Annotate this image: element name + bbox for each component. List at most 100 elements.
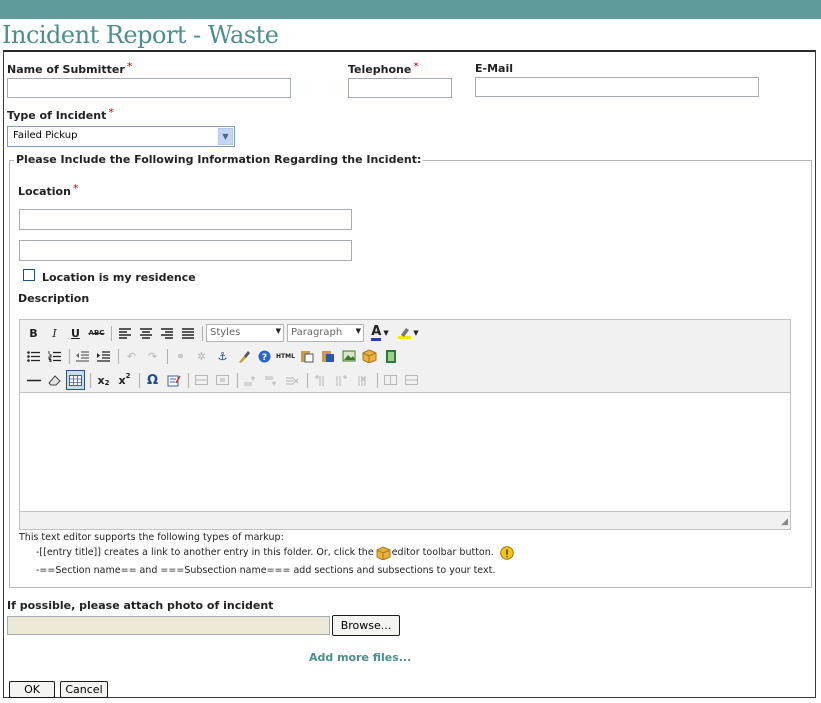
cell-props-icon[interactable] bbox=[213, 370, 232, 390]
required-mark: * bbox=[72, 182, 79, 195]
styles-dropdown[interactable]: Styles ▼ bbox=[206, 324, 284, 342]
toolbar-divider bbox=[118, 348, 119, 364]
entry-link-icon bbox=[376, 546, 391, 561]
align-left-icon[interactable] bbox=[115, 323, 134, 343]
align-justify-icon[interactable] bbox=[178, 323, 197, 343]
link-icon[interactable]: ⚭ bbox=[171, 346, 190, 366]
undo-icon[interactable]: ↶ bbox=[122, 346, 141, 366]
media-icon[interactable] bbox=[381, 346, 400, 366]
insert-row-before-icon[interactable] bbox=[241, 370, 260, 390]
location-input-line1[interactable] bbox=[19, 209, 352, 230]
toolbar-divider bbox=[90, 372, 91, 388]
chevron-down-icon: ▼ bbox=[275, 327, 281, 335]
toolbar-divider bbox=[377, 372, 378, 388]
required-mark: * bbox=[413, 60, 419, 73]
editor-help-intro: This text editor supports the following … bbox=[19, 532, 284, 543]
add-more-files-link[interactable]: Add more files... bbox=[309, 651, 411, 664]
toolbar-divider bbox=[202, 325, 203, 341]
top-banner bbox=[0, 0, 821, 19]
description-text-area[interactable] bbox=[20, 392, 790, 512]
incident-details-legend: Please Include the Following Information… bbox=[14, 153, 424, 166]
toolbar-divider bbox=[167, 348, 168, 364]
submitter-input[interactable] bbox=[7, 78, 291, 98]
toolbar-divider bbox=[188, 372, 189, 388]
delete-row-icon[interactable] bbox=[283, 370, 302, 390]
paste-word-icon[interactable] bbox=[318, 346, 337, 366]
html-source-button[interactable]: HTML bbox=[276, 346, 295, 366]
ok-button[interactable]: OK bbox=[9, 681, 55, 698]
format-dropdown-value: Paragraph bbox=[291, 327, 343, 338]
special-char-button[interactable]: Ω bbox=[143, 370, 162, 390]
editor-toolbar-row-2: ↶ ↷ ⚭ ✲ ⚓ ? HTML bbox=[24, 346, 402, 366]
chevron-down-icon: ▼ bbox=[355, 327, 361, 335]
help-icon[interactable]: ? bbox=[255, 346, 274, 366]
insert-col-after-icon[interactable] bbox=[332, 370, 351, 390]
superscript-button[interactable]: x2 bbox=[115, 370, 134, 390]
location-input-line2[interactable] bbox=[19, 240, 352, 261]
toolbar-divider bbox=[111, 325, 112, 341]
highlight-color-button[interactable]: ▼ bbox=[395, 323, 421, 343]
photo-file-field[interactable] bbox=[7, 616, 330, 635]
editor-toolbar-row-3: x2 x2 Ω bbox=[24, 370, 423, 390]
telephone-input[interactable] bbox=[348, 78, 452, 98]
photo-label: If possible, please attach photo of inci… bbox=[7, 599, 274, 612]
underline-button[interactable]: U bbox=[66, 323, 85, 343]
align-center-icon[interactable] bbox=[136, 323, 155, 343]
entry-link-icon[interactable] bbox=[360, 346, 379, 366]
align-right-icon[interactable] bbox=[157, 323, 176, 343]
outdent-icon[interactable] bbox=[73, 346, 92, 366]
anchor-icon[interactable]: ⚓ bbox=[213, 346, 232, 366]
italic-button[interactable]: I bbox=[45, 323, 64, 343]
email-input[interactable] bbox=[475, 77, 759, 97]
submitter-label: Name of Submitter * bbox=[7, 60, 133, 76]
delete-col-icon[interactable] bbox=[353, 370, 372, 390]
split-cells-icon[interactable] bbox=[381, 370, 400, 390]
font-color-icon: A bbox=[371, 324, 382, 341]
numbered-list-icon[interactable] bbox=[45, 346, 64, 366]
table-icon[interactable] bbox=[66, 370, 85, 390]
insert-date-icon[interactable] bbox=[164, 370, 183, 390]
required-mark: * bbox=[108, 106, 114, 119]
highlighter-icon bbox=[398, 328, 412, 339]
required-mark: * bbox=[126, 60, 133, 73]
editor-help-line-1: -[[entry title]] creates a link to anoth… bbox=[36, 546, 516, 561]
subscript-button[interactable]: x2 bbox=[94, 370, 113, 390]
insert-col-before-icon[interactable] bbox=[311, 370, 330, 390]
cancel-button[interactable]: Cancel bbox=[60, 681, 108, 698]
email-label: E-Mail bbox=[475, 62, 513, 75]
bold-button[interactable]: B bbox=[24, 323, 43, 343]
cleanup-icon[interactable] bbox=[234, 346, 253, 366]
eraser-icon[interactable] bbox=[45, 370, 64, 390]
indent-icon[interactable] bbox=[94, 346, 113, 366]
editor-help-line-2: -==Section name== and ===Subsection name… bbox=[36, 565, 496, 576]
resize-grip-icon[interactable]: ◢ bbox=[778, 517, 788, 527]
incident-type-select[interactable]: Failed Pickup ▼ bbox=[7, 126, 235, 147]
redo-icon[interactable]: ↷ bbox=[143, 346, 162, 366]
info-icon bbox=[499, 546, 514, 560]
residence-checkbox-label: Location is my residence bbox=[42, 271, 196, 284]
chevron-down-icon: ▼ bbox=[383, 329, 389, 337]
font-color-button[interactable]: A ▼ bbox=[367, 323, 393, 343]
incident-form: Name of Submitter * Telephone * E-Mail Typ… bbox=[3, 50, 816, 698]
unlink-icon[interactable]: ✲ bbox=[192, 346, 211, 366]
horizontal-rule-icon[interactable] bbox=[24, 370, 43, 390]
insert-row-after-icon[interactable] bbox=[262, 370, 281, 390]
chevron-down-icon[interactable]: ▼ bbox=[218, 128, 233, 145]
location-label: Location * bbox=[18, 182, 79, 198]
toolbar-divider bbox=[139, 372, 140, 388]
incident-type-value: Failed Pickup bbox=[13, 130, 78, 141]
browse-button[interactable]: Browse... bbox=[332, 615, 400, 636]
strikethrough-button[interactable]: ABC bbox=[87, 323, 106, 343]
styles-dropdown-value: Styles bbox=[210, 327, 241, 338]
format-dropdown[interactable]: Paragraph ▼ bbox=[287, 324, 364, 342]
residence-checkbox[interactable] bbox=[23, 269, 35, 281]
page-title: Incident Report - Waste bbox=[2, 21, 279, 49]
row-props-icon[interactable] bbox=[192, 370, 211, 390]
incident-type-label: Type of Incident * bbox=[7, 106, 114, 122]
image-icon[interactable] bbox=[339, 346, 358, 366]
paste-text-icon[interactable] bbox=[297, 346, 316, 366]
chevron-down-icon: ▼ bbox=[413, 329, 419, 337]
bulleted-list-icon[interactable] bbox=[24, 346, 43, 366]
description-label: Description bbox=[18, 292, 90, 305]
merge-cells-icon[interactable] bbox=[402, 370, 421, 390]
